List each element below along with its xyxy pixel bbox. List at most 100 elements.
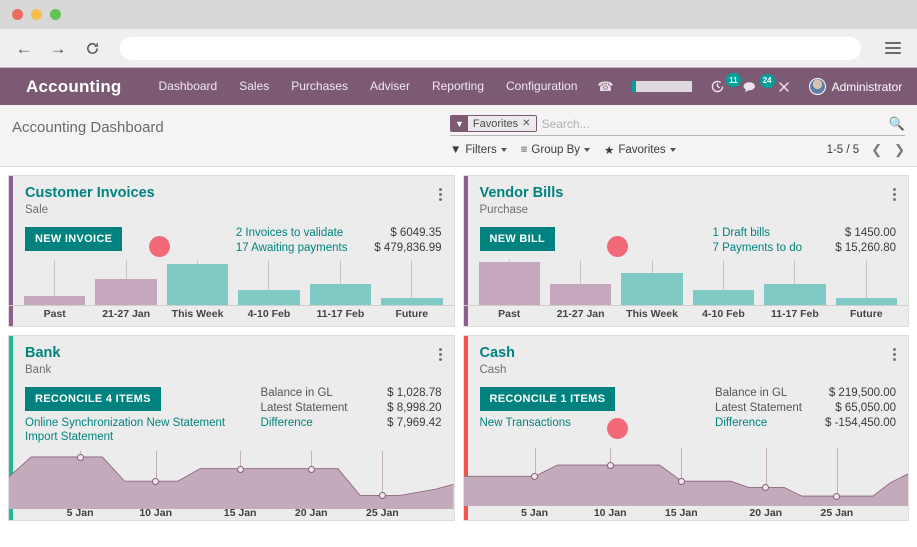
search-icon[interactable]: 🔍 <box>883 116 905 132</box>
groupby-button[interactable]: ≡ Group By <box>521 144 590 156</box>
stat-label-difference[interactable]: Difference <box>715 417 802 429</box>
user-name-label: Administrator <box>832 80 903 94</box>
bug-debug-icon[interactable] <box>768 80 800 94</box>
bar[interactable] <box>693 290 754 305</box>
facet-label-text: Favorites <box>473 118 518 130</box>
bar-column[interactable] <box>233 254 304 305</box>
progress-status-bar <box>623 81 701 92</box>
pager-count: 1-5 / 5 <box>827 144 860 156</box>
menu-item-sales[interactable]: Sales <box>228 68 280 105</box>
chevron-left-icon[interactable]: ❮ <box>871 142 882 158</box>
stat-value-payments-to-do: $ 15,260.80 <box>812 242 896 254</box>
menu-item-reporting[interactable]: Reporting <box>421 68 495 105</box>
bar-column[interactable] <box>162 254 233 305</box>
bar-column[interactable] <box>305 254 376 305</box>
card-title[interactable]: Bank <box>25 345 60 362</box>
bar-column[interactable] <box>19 254 90 305</box>
search-facet-favorites[interactable]: ▼ Favorites ✕ <box>450 115 537 132</box>
bank-area-chart: 5 Jan10 Jan15 Jan20 Jan25 Jan <box>9 447 454 520</box>
clock-activity-icon[interactable]: 11 <box>701 79 734 94</box>
filters-button[interactable]: ▼ Filters <box>450 144 507 156</box>
card-title[interactable]: Vendor Bills <box>480 185 564 202</box>
address-bar[interactable] <box>120 37 861 60</box>
link-online-synchronization[interactable]: Online Synchronization New Statement <box>25 417 225 429</box>
card-vendor-bills[interactable]: Vendor Bills Purchase NEW BILL 1 Draft b… <box>463 175 910 327</box>
menu-item-purchases[interactable]: Purchases <box>280 68 359 105</box>
close-icon[interactable]: ✕ <box>522 118 530 129</box>
bar-column[interactable] <box>616 254 687 305</box>
messages-icon[interactable]: 24 <box>734 80 768 94</box>
bar[interactable] <box>24 296 85 305</box>
stat-value-awaiting-payments: $ 479,836.99 <box>358 242 442 254</box>
forward-arrow-icon[interactable]: → <box>48 38 68 58</box>
menu-item-dashboard[interactable]: Dashboard <box>148 68 229 105</box>
user-menu[interactable]: Administrator <box>800 78 912 95</box>
bar[interactable] <box>238 290 299 305</box>
bar-column[interactable] <box>545 254 616 305</box>
reload-icon[interactable] <box>82 38 102 58</box>
bar[interactable] <box>381 298 442 306</box>
apps-grid-icon[interactable] <box>12 78 16 96</box>
card-title[interactable]: Customer Invoices <box>25 185 155 202</box>
chevron-down-icon <box>584 148 590 152</box>
bar-column[interactable] <box>376 254 447 305</box>
card-bank[interactable]: Bank Bank RECONCILE 4 ITEMS Online Synch… <box>8 335 455 521</box>
card-title[interactable]: Cash <box>480 345 515 362</box>
bar-x-label: This Week <box>162 308 233 320</box>
url-input[interactable] <box>120 37 861 60</box>
card-customer-invoices[interactable]: Customer Invoices Sale NEW INVOICE 2 Inv… <box>8 175 455 327</box>
stat-label-payments-to-do[interactable]: 7 Payments to do <box>713 242 803 254</box>
bar[interactable] <box>95 279 156 305</box>
reconcile-button[interactable]: RECONCILE 4 ITEMS <box>25 387 161 411</box>
stat-label-draft-bills[interactable]: 1 Draft bills <box>713 227 803 239</box>
app-brand-title[interactable]: Accounting <box>26 77 122 97</box>
kebab-menu-icon[interactable] <box>439 185 442 201</box>
bar[interactable] <box>621 273 682 305</box>
search-input[interactable] <box>542 117 883 131</box>
area-x-label: 20 Jan <box>749 507 782 519</box>
window-minimize-button[interactable] <box>31 9 42 20</box>
search-bar[interactable]: ▼ Favorites ✕ 🔍 <box>450 115 905 136</box>
kebab-menu-icon[interactable] <box>893 185 896 201</box>
cursor-indicator <box>607 418 628 439</box>
chevron-right-icon[interactable]: ❯ <box>894 142 905 158</box>
bar-column[interactable] <box>688 254 759 305</box>
bar[interactable] <box>764 284 825 305</box>
menu-item-configuration[interactable]: Configuration <box>495 68 588 105</box>
bar-column[interactable] <box>90 254 161 305</box>
new-bill-button[interactable]: NEW BILL <box>480 227 556 251</box>
new-invoice-button[interactable]: NEW INVOICE <box>25 227 122 251</box>
bar[interactable] <box>310 284 371 305</box>
hamburger-menu-icon[interactable] <box>885 42 903 54</box>
area-fill <box>464 465 909 506</box>
menu-item-adviser[interactable]: Adviser <box>359 68 421 105</box>
bar-column[interactable] <box>759 254 830 305</box>
bar-column[interactable] <box>474 254 545 305</box>
kebab-menu-icon[interactable] <box>893 345 896 361</box>
bar-x-label: Past <box>19 308 90 320</box>
stat-label-invoices-to-validate[interactable]: 2 Invoices to validate <box>236 227 348 239</box>
bar-column[interactable] <box>831 254 902 305</box>
stat-label-awaiting-payments[interactable]: 17 Awaiting payments <box>236 242 348 254</box>
bar-x-label: 4-10 Feb <box>688 308 759 320</box>
window-maximize-button[interactable] <box>50 9 61 20</box>
odoo-navbar: Accounting Dashboard Sales Purchases Adv… <box>0 68 917 105</box>
bar[interactable] <box>550 284 611 305</box>
phone-icon[interactable]: ☎ <box>588 79 622 95</box>
card-subtitle: Bank <box>25 364 60 376</box>
bar[interactable] <box>836 298 897 306</box>
area-x-label: 15 Jan <box>665 507 698 519</box>
cursor-indicator <box>149 236 170 257</box>
bar[interactable] <box>479 262 540 305</box>
stat-label-difference[interactable]: Difference <box>261 417 348 429</box>
link-new-transactions[interactable]: New Transactions <box>480 417 616 429</box>
main-menu: Dashboard Sales Purchases Adviser Report… <box>148 68 589 105</box>
favorites-button[interactable]: ★ Favorites <box>604 143 676 157</box>
bar[interactable] <box>167 264 228 305</box>
link-import-statement[interactable]: Import Statement <box>25 431 225 443</box>
reconcile-button[interactable]: RECONCILE 1 ITEMS <box>480 387 616 411</box>
window-close-button[interactable] <box>12 9 23 20</box>
card-cash[interactable]: Cash Cash RECONCILE 1 ITEMS New Transact… <box>463 335 910 521</box>
back-arrow-icon[interactable]: ← <box>14 38 34 58</box>
kebab-menu-icon[interactable] <box>439 345 442 361</box>
